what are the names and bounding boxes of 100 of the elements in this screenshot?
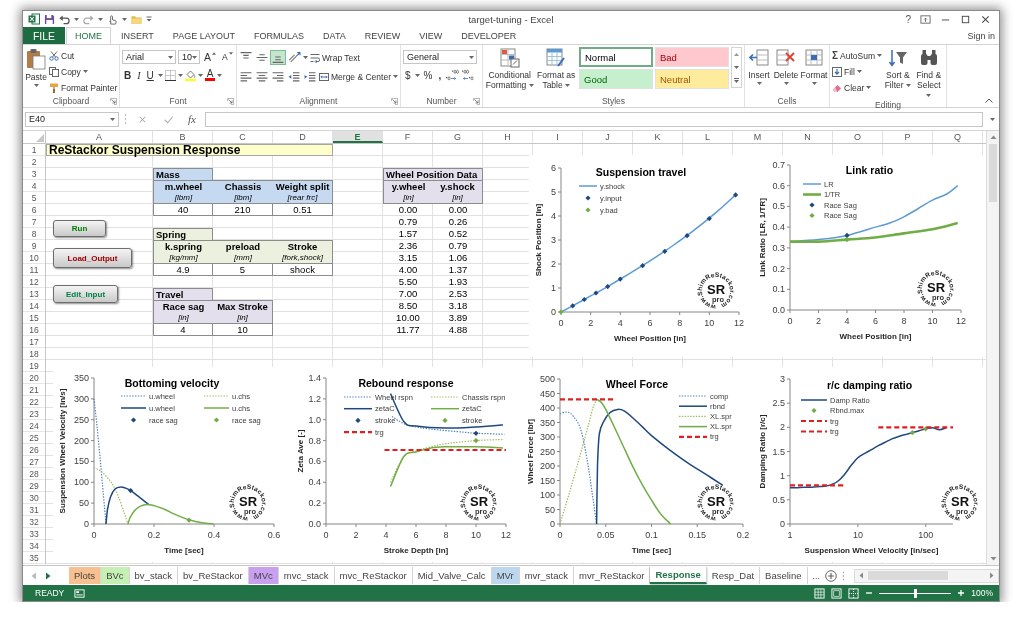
vertical-scrollbar[interactable] bbox=[986, 131, 999, 565]
sheet-tab[interactable]: Mid_Valve_Calc bbox=[412, 567, 492, 584]
sheet-tab[interactable]: Response bbox=[650, 567, 707, 584]
row-header[interactable]: 16 bbox=[23, 324, 45, 336]
grow-font-button[interactable]: A bbox=[202, 50, 218, 64]
expand-formula-bar-icon[interactable] bbox=[990, 117, 995, 121]
comma-style-button[interactable]: , bbox=[436, 68, 444, 82]
formula-field[interactable] bbox=[204, 111, 983, 127]
close-icon[interactable] bbox=[980, 13, 991, 25]
sheet-tab[interactable]: bv_ReStackor bbox=[178, 567, 249, 584]
row-header[interactable]: 2 bbox=[23, 156, 45, 168]
zoom-slider-thumb[interactable] bbox=[914, 588, 918, 598]
column-header[interactable]: E bbox=[333, 131, 383, 143]
align-left-icon[interactable] bbox=[239, 70, 253, 83]
wrap-text-button[interactable]: Wrap Text bbox=[310, 50, 360, 65]
name-box[interactable]: E40 bbox=[25, 111, 119, 127]
column-header[interactable]: H bbox=[483, 131, 533, 143]
macro-button[interactable]: Run bbox=[53, 219, 106, 237]
column-header[interactable]: F bbox=[383, 131, 433, 143]
delete-button[interactable]: Delete bbox=[773, 47, 799, 85]
borders-icon[interactable] bbox=[164, 69, 176, 81]
ribbon-tab[interactable]: REVIEW bbox=[355, 27, 410, 44]
row-header[interactable]: 9 bbox=[23, 240, 45, 252]
caret-icon[interactable] bbox=[122, 17, 127, 21]
row-header[interactable]: 10 bbox=[23, 252, 45, 264]
sheet-tab[interactable]: mvc_ReStackor bbox=[334, 567, 413, 584]
column-header[interactable]: B bbox=[153, 131, 213, 143]
dialog-launcher-icon[interactable] bbox=[110, 97, 117, 105]
caret-icon[interactable] bbox=[74, 17, 79, 21]
scroll-right-icon[interactable] bbox=[987, 571, 996, 580]
customize-toolbar-icon[interactable] bbox=[146, 16, 152, 22]
row-header[interactable]: 19 bbox=[23, 360, 45, 372]
font-name-field[interactable]: Arial bbox=[122, 50, 176, 64]
number-format-field[interactable]: General bbox=[403, 50, 477, 64]
italic-button[interactable]: I bbox=[135, 68, 143, 82]
scroll-up-icon[interactable] bbox=[988, 133, 998, 142]
insert-function-button[interactable]: fx bbox=[184, 113, 200, 125]
row-header[interactable]: 5 bbox=[23, 192, 45, 204]
sheet-tab[interactable]: mvr_stack bbox=[519, 567, 574, 584]
align-bottom-icon[interactable] bbox=[271, 51, 285, 64]
page-break-preview-icon[interactable] bbox=[848, 587, 860, 599]
decrease-decimal-icon[interactable] bbox=[461, 68, 476, 82]
caret-icon[interactable] bbox=[157, 73, 163, 77]
shrink-font-button[interactable]: A bbox=[220, 50, 235, 64]
format-as-table-button[interactable]: Format as Table bbox=[536, 47, 576, 90]
more-tabs-indicator[interactable]: ... bbox=[812, 570, 821, 581]
percent-button[interactable]: % bbox=[421, 68, 435, 82]
sheet-tab[interactable]: mvc_stack bbox=[278, 567, 335, 584]
row-header[interactable]: 31 bbox=[23, 504, 45, 516]
column-header[interactable]: P bbox=[883, 131, 933, 143]
row-header[interactable]: 28 bbox=[23, 468, 45, 480]
cell-style-option[interactable]: Normal bbox=[579, 47, 653, 67]
row-header[interactable]: 29 bbox=[23, 480, 45, 492]
align-right-icon[interactable] bbox=[271, 70, 285, 83]
row-header[interactable]: 12 bbox=[23, 276, 45, 288]
sheet-tab[interactable]: MVr bbox=[491, 567, 520, 584]
caret-icon[interactable] bbox=[98, 17, 103, 21]
macro-recording-icon[interactable] bbox=[74, 587, 86, 599]
paste-button[interactable]: Paste bbox=[25, 47, 47, 87]
app-logo-icon[interactable] bbox=[28, 13, 40, 25]
currency-button[interactable]: $ bbox=[403, 68, 413, 82]
ribbon-tab[interactable]: DATA bbox=[314, 27, 355, 44]
sheet-tab[interactable]: Baseline bbox=[760, 567, 808, 584]
ribbon-tab[interactable]: FORMULAS bbox=[245, 27, 314, 44]
bold-button[interactable]: B bbox=[122, 68, 134, 82]
merge-center-button[interactable]: Merge & Center bbox=[319, 69, 398, 84]
caret-icon[interactable] bbox=[177, 73, 183, 77]
sort-filter-button[interactable]: Sort & Filter bbox=[884, 47, 912, 90]
page-layout-icon[interactable] bbox=[831, 587, 843, 599]
row-header[interactable]: 7 bbox=[23, 216, 45, 228]
format-button[interactable]: Format bbox=[801, 47, 827, 85]
zoom-level[interactable]: 100% bbox=[971, 588, 993, 598]
autosum-button[interactable]: Σ AutoSum bbox=[832, 48, 882, 63]
row-header[interactable]: 33 bbox=[23, 528, 45, 540]
row-header[interactable]: 15 bbox=[23, 312, 45, 324]
row-header[interactable]: 24 bbox=[23, 420, 45, 432]
ribbon-tab[interactable]: HOME bbox=[66, 27, 111, 44]
fill-button[interactable]: Fill bbox=[832, 64, 882, 79]
help-button[interactable]: ? bbox=[905, 13, 911, 25]
scroll-down-icon[interactable] bbox=[988, 554, 998, 563]
caret-icon[interactable] bbox=[414, 73, 420, 77]
column-header[interactable]: A bbox=[46, 131, 153, 143]
clear-button[interactable]: Clear bbox=[832, 80, 882, 95]
ribbon-tab[interactable]: VIEW bbox=[410, 27, 452, 44]
horizontal-scrollbar[interactable] bbox=[854, 568, 999, 583]
zoom-in-icon[interactable] bbox=[957, 589, 966, 597]
column-header[interactable]: C bbox=[213, 131, 273, 143]
ribbon-tab[interactable]: DEVELOPER bbox=[452, 27, 526, 44]
macro-button[interactable]: Load_Output bbox=[53, 248, 132, 268]
row-header[interactable]: 13 bbox=[23, 288, 45, 300]
cell-style-option[interactable]: Good bbox=[579, 69, 653, 89]
caret-icon[interactable] bbox=[197, 73, 203, 77]
row-header[interactable]: 27 bbox=[23, 456, 45, 468]
row-header[interactable]: 21 bbox=[23, 384, 45, 396]
ribbon-display-options-icon[interactable] bbox=[920, 13, 931, 25]
row-header[interactable]: 30 bbox=[23, 492, 45, 504]
collapse-ribbon-icon[interactable] bbox=[985, 98, 993, 103]
ribbon-tab[interactable]: PAGE LAYOUT bbox=[163, 27, 245, 44]
row-header[interactable]: 18 bbox=[23, 348, 45, 360]
font-color-button[interactable]: A bbox=[204, 69, 216, 81]
